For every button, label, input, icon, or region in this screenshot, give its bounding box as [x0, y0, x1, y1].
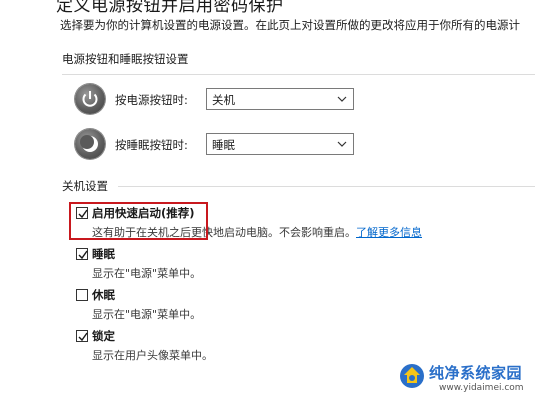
shutdown-group-title: 关机设置: [62, 179, 108, 193]
site-logo-icon: [400, 364, 424, 388]
sleep-button-action-select[interactable]: 睡眠: [206, 133, 354, 155]
power-buttons-group-title: 电源按钮和睡眠按钮设置: [62, 52, 189, 66]
sleep-checkbox[interactable]: [76, 248, 88, 260]
power-button-action-select[interactable]: 关机: [206, 88, 354, 110]
sleep-description: 显示在"电源"菜单中。: [92, 267, 202, 280]
learn-more-link[interactable]: 了解更多信息: [356, 226, 422, 239]
hibernate-label[interactable]: 休眠: [92, 287, 115, 303]
hibernate-checkbox[interactable]: [76, 289, 88, 301]
sleep-moon-icon: [75, 129, 105, 159]
lock-checkbox[interactable]: [76, 330, 88, 342]
checkmark-icon: [78, 250, 88, 260]
watermark: 纯净系统家园 www.yidaimei.com: [395, 357, 535, 400]
watermark-name: 纯净系统家园: [429, 364, 523, 382]
sleep-button-action-value: 睡眠: [212, 138, 235, 152]
power-icon: [75, 84, 105, 114]
power-button-label: 按电源按钮时:: [115, 93, 188, 107]
chevron-down-icon: [337, 141, 347, 147]
sleep-label[interactable]: 睡眠: [92, 246, 115, 262]
page-title: 定义电源按钮并启用密码保护: [56, 0, 284, 16]
lock-description: 显示在用户头像菜单中。: [92, 349, 213, 362]
group-divider: [62, 74, 535, 75]
lock-label[interactable]: 锁定: [92, 328, 115, 344]
group-divider: [118, 186, 535, 187]
page-description: 选择要为你的计算机设置的电源设置。在此页上对设置所做的更改将应用于你所有的电源计: [60, 18, 520, 32]
chevron-down-icon: [337, 96, 347, 102]
watermark-url: www.yidaimei.com: [439, 383, 524, 393]
hibernate-description: 显示在"电源"菜单中。: [92, 308, 202, 321]
power-button-action-value: 关机: [212, 93, 235, 107]
checkmark-icon: [78, 332, 88, 342]
highlight-box: [69, 202, 208, 240]
sleep-button-label: 按睡眠按钮时:: [115, 138, 188, 152]
